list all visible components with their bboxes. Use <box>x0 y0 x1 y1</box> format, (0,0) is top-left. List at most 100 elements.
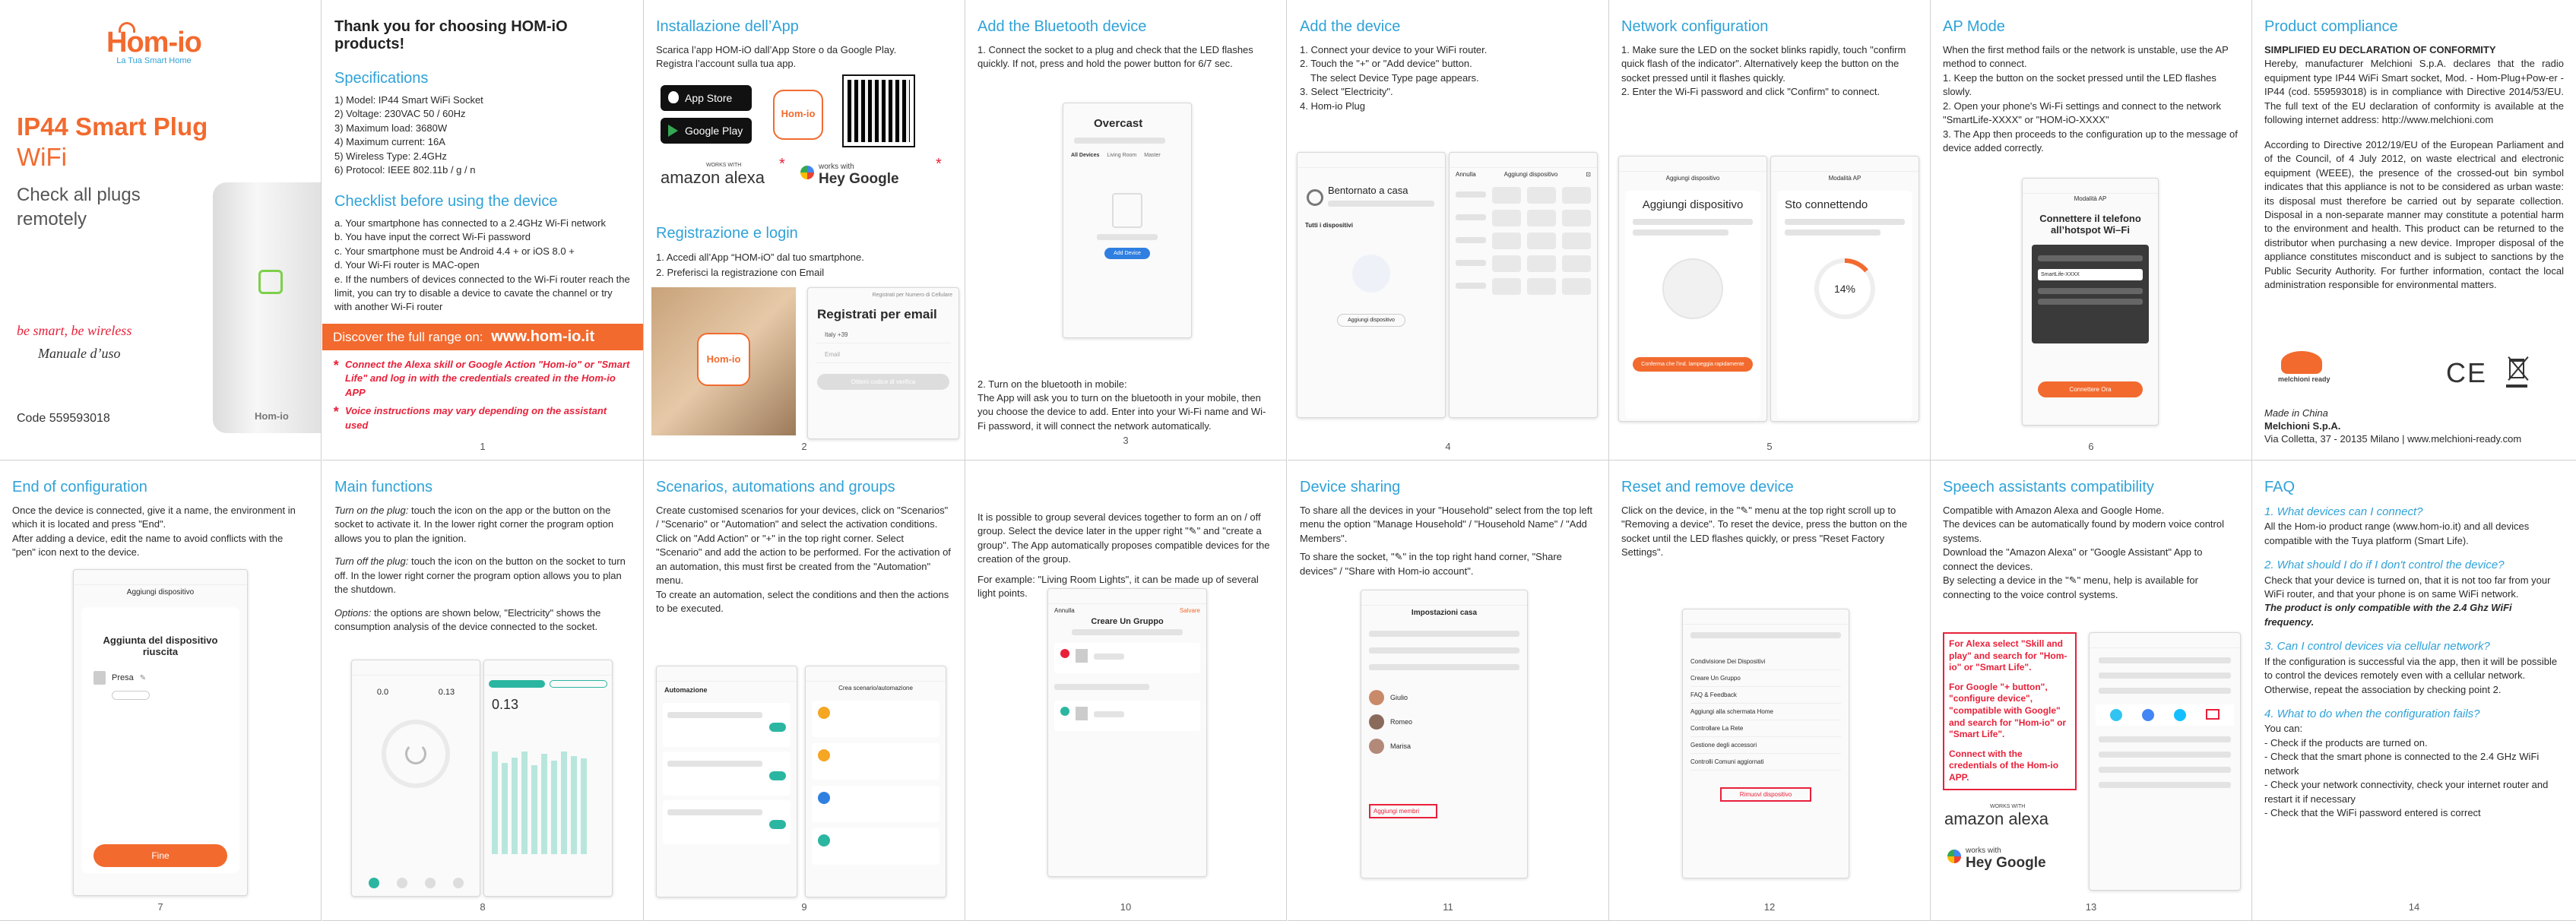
member-row[interactable]: Marisa <box>1361 734 1527 758</box>
add-device-button[interactable]: Add Device <box>1104 248 1150 259</box>
avatar <box>1369 739 1384 754</box>
panel-network-config: Network configuration 1. Make sure the L… <box>1609 0 1931 460</box>
menu-item[interactable]: FAQ & Feedback <box>1690 687 1841 704</box>
compliance-title: Product compliance <box>2264 18 2398 35</box>
declaration-text: Hereby, manufacturer Melchioni S.p.A. de… <box>2264 58 2564 126</box>
scan-icon[interactable]: ⊡ <box>1586 171 1591 178</box>
smartlife-network[interactable]: SmartLife-XXXX <box>2038 269 2143 280</box>
faq-question: 4. What to do when the configuration fai… <box>2264 707 2480 720</box>
tab-all-devices[interactable]: All Devices <box>1071 153 1099 158</box>
network-step: 1. Make sure the LED on the socket blink… <box>1621 44 1906 84</box>
faq-answer: - Check your network connectivity, check… <box>2264 779 2549 805</box>
group-title: Creare Un Gruppo <box>1091 617 1164 626</box>
bluetooth-phone-screenshot: Overcast All Devices Living Room Master … <box>1063 103 1192 338</box>
alexa-instructions: For Alexa select "Skill and play" and se… <box>1949 638 2067 673</box>
ap-step: 1. Keep the button on the socket pressed… <box>1943 71 2216 98</box>
app-install-title: Installazione dell’App <box>656 18 799 35</box>
pen-icon[interactable]: ✎ <box>140 674 146 682</box>
bluetooth-step-2-text: The App will ask you to turn on the blue… <box>977 392 1266 432</box>
progress-percent: 14% <box>1819 263 1871 315</box>
panel-end-config: End of configuration Once the device is … <box>0 460 322 921</box>
alexa-logo: WORKS WITH amazon alexa <box>1944 804 2048 829</box>
asterisk-icon: * <box>779 156 785 172</box>
power-button-icon[interactable] <box>382 720 450 788</box>
page-number: 4 <box>1445 441 1451 452</box>
ap-steps: 1. Keep the button on the socket pressed… <box>1943 71 2239 156</box>
power-value: 0.0 <box>376 688 389 697</box>
menu-item[interactable]: Aggiungi alla schermata Home <box>1690 704 1841 720</box>
appstore-label: App Store <box>685 92 733 104</box>
energy-phone-screenshot: 0.13 <box>483 660 613 897</box>
ap-step: 3. The App then proceeds to the configur… <box>1943 128 2238 154</box>
page-number: 2 <box>801 441 807 452</box>
device-menu: Condivisione Dei Dispositivi Creare Un G… <box>1683 646 1849 778</box>
menu-item[interactable]: Condivisione Dei Dispositivi <box>1690 654 1841 670</box>
banner-url[interactable]: www.hom-io.it <box>491 328 594 345</box>
speech-text-4: By selecting a device in the "✎" menu, h… <box>1943 574 2198 600</box>
add-members-button[interactable]: Aggiungi membri <box>1369 804 1437 818</box>
phone-header-row: Annulla Salvare <box>1048 604 1206 617</box>
energy-value: 0.13 <box>438 688 455 697</box>
tab-master[interactable]: Master <box>1144 153 1160 158</box>
phone-verify-button[interactable]: Ottieni codice di verifica <box>817 374 949 390</box>
phone-register-title: Registrati per email <box>817 307 937 321</box>
phone-title: Modalità AP <box>2074 195 2107 202</box>
menu-item[interactable]: Controlli Comuni aggiornati <box>1690 754 1841 771</box>
checklist-item: a. Your smartphone has connected to a 2.… <box>334 217 606 229</box>
registration-title: Registrazione e login <box>656 225 798 242</box>
panel-ap-mode: AP Mode When the first method fails or t… <box>1931 0 2252 460</box>
range-banner: Discover the full range on: www.hom-io.i… <box>322 323 643 350</box>
menu-item[interactable]: Controllare La Rete <box>1690 720 1841 737</box>
connect-now-button[interactable]: Connettere Ora <box>2038 381 2143 397</box>
remove-device-button[interactable]: Rimuovi dispositivo <box>1720 787 1811 802</box>
splash-logo: Hom-io <box>697 333 750 386</box>
create-scene-title: Crea scenario/automazione <box>838 685 913 692</box>
add-device-button[interactable]: Aggiungi dispositivo <box>1337 314 1405 327</box>
registration-step-2: 2. Preferisci la registrazione con Email <box>656 267 825 278</box>
speech-title: Speech assistants compatibility <box>1943 479 2154 495</box>
menu-item[interactable]: Creare Un Gruppo <box>1690 670 1841 687</box>
tab-living-room[interactable]: Living Room <box>1107 153 1136 158</box>
member-row[interactable]: Giulio <box>1361 685 1527 710</box>
panel-reset: Reset and remove device Click on the dev… <box>1609 460 1931 921</box>
device-category-grid <box>1450 181 1597 301</box>
company-name: Melchioni S.p.A. <box>2264 420 2341 432</box>
add-step: 1. Connect your device to your WiFi rout… <box>1300 44 1488 55</box>
spec-item: 6) Protocol: IEEE 802.11b / g / n <box>334 164 476 176</box>
add-step: 2. Touch the "+" or "Add device" button. <box>1300 58 1472 70</box>
panel-speech-assistants: Speech assistants compatibility Compatib… <box>1931 460 2252 921</box>
phone-heading: Sto connettendo <box>1785 198 1868 211</box>
google-instructions: For Google "+ button", "configure device… <box>1949 681 2067 740</box>
phone-home-name: Overcast <box>1094 117 1143 130</box>
faq-title: FAQ <box>2264 479 2296 495</box>
alexa-text: amazon alexa <box>1944 809 2048 828</box>
options-desc: the options are shown below, "Electricit… <box>334 606 601 633</box>
network-title: Network configuration <box>1621 18 1769 35</box>
more-icon[interactable] <box>2206 709 2220 720</box>
googleplay-badge[interactable]: Google Play <box>661 118 752 144</box>
scenarios-text: Create customised scenarios for your dev… <box>656 505 951 587</box>
alexa-icon[interactable] <box>2110 709 2122 721</box>
end-config-title: End of configuration <box>12 479 147 495</box>
smartthings-icon[interactable] <box>2174 709 2186 721</box>
cancel-link[interactable]: Annulla <box>1054 607 1075 614</box>
ce-mark-icon: CE <box>2446 357 2488 388</box>
automation-tab[interactable]: Automazione <box>657 682 797 698</box>
member-row[interactable]: Romeo <box>1361 710 1527 734</box>
appstore-badge[interactable]: App Store <box>661 85 752 111</box>
cancel-link[interactable]: Annulla <box>1456 171 1476 178</box>
energy-bar-chart <box>484 740 612 854</box>
reset-title: Reset and remove device <box>1621 479 1794 495</box>
sharing-title: Device sharing <box>1300 479 1401 495</box>
phone-email-field[interactable]: Email <box>816 347 951 363</box>
page-number: 7 <box>157 901 163 913</box>
play-icon <box>668 125 678 137</box>
save-link[interactable]: Salvare <box>1180 607 1200 614</box>
phone-title: Modalità AP <box>1828 175 1862 182</box>
company-address: Via Colletta, 37 - 20135 Milano | www.me… <box>2264 433 2522 445</box>
google-assistant-icon[interactable] <box>2142 709 2154 721</box>
finish-button[interactable]: Fine <box>93 844 227 867</box>
cover-subtitle-2: remotely <box>17 209 87 229</box>
menu-item[interactable]: Gestione degli accessori <box>1690 737 1841 754</box>
confirm-flash-button[interactable]: Conferma che l’ind. lampeggia rapidament… <box>1633 357 1753 372</box>
